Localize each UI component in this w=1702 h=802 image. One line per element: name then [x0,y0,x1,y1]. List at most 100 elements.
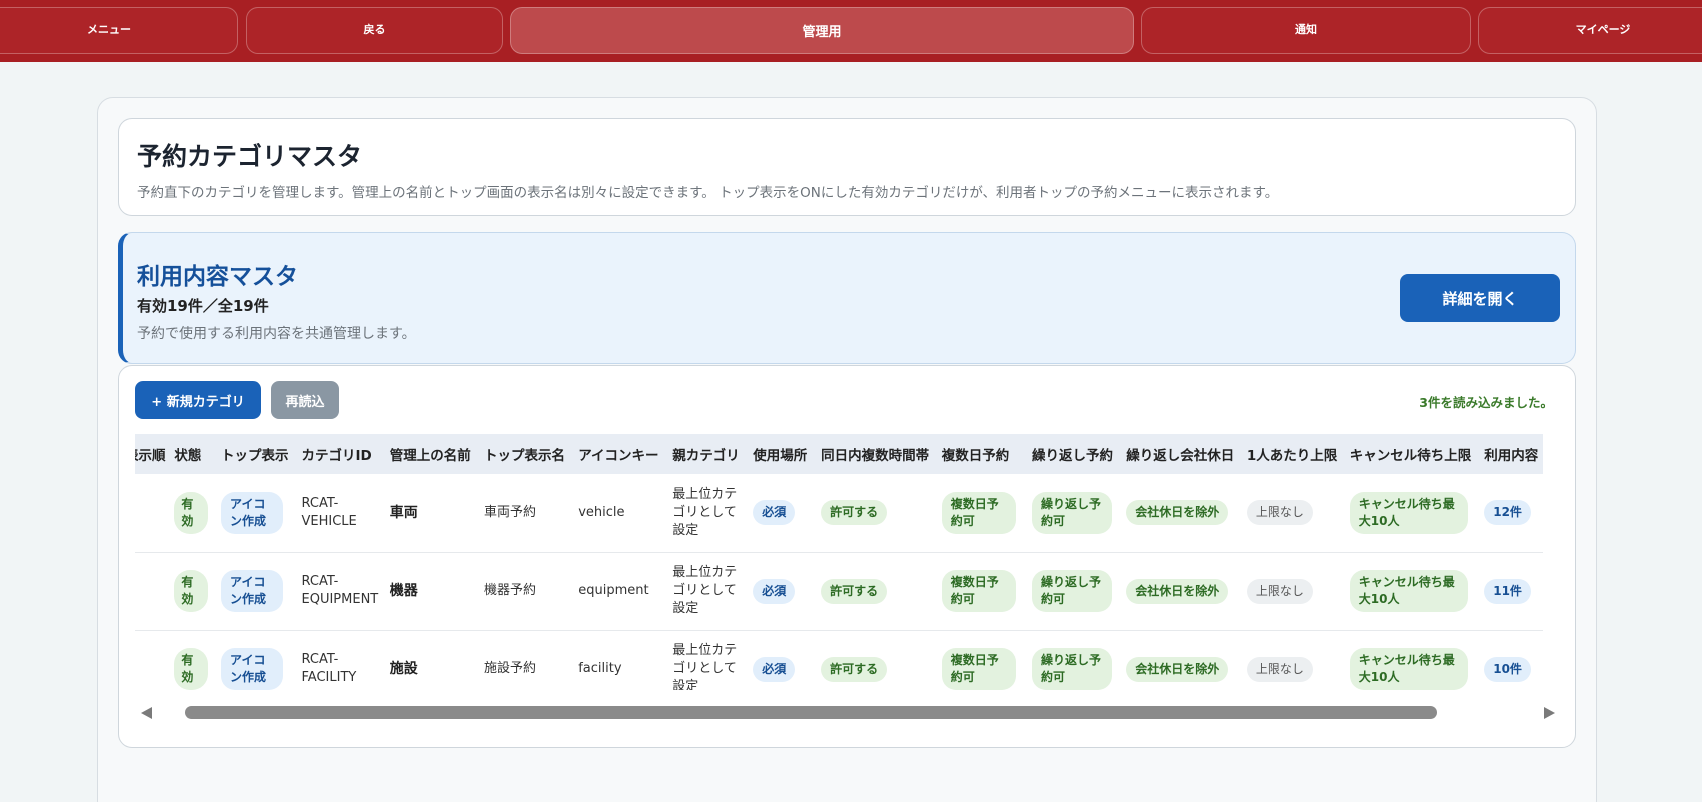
per-user-limit-cell: 上限なし [1239,630,1342,690]
parent-category-cell: 最上位カテゴリとして設定 [672,486,738,538]
scroll-left-icon[interactable] [141,707,152,719]
multi-slot-badge: 許可する [821,656,888,682]
col-header: アイコンキー [578,448,659,464]
location-badge: 必須 [753,656,796,682]
waitlist-limit-cell: キャンセル待ち最大10人 [1342,552,1476,630]
usage-count-badge: 12件 [1484,500,1531,526]
per-user-limit-cell: 上限なし [1239,474,1342,552]
top-name-cell: 施設予約 [483,661,536,676]
per-user-limit-cell: 上限なし [1239,552,1342,630]
multi-slot-cell: 許可する [813,552,934,630]
state-cell: 有効 [166,630,213,690]
usage-count-cell: 11件 [1476,552,1543,630]
admin-name-cell: 車両 [389,504,418,521]
usage-count-cell: 10件 [1476,630,1543,690]
waitlist-limit-cell: キャンセル待ち最大10人 [1342,474,1476,552]
category-table: 表示順 状態 トップ表示 カテゴリID 管理上の名前 トップ表示名 アイコンキー… [135,434,1543,690]
nav-notify-button[interactable]: 通知 [1141,7,1471,54]
usage-master-title: 利用内容マスタ [137,264,298,290]
repeat-badge: 繰り返し予約可 [1031,491,1112,534]
col-header: トップ表示名 [483,448,565,464]
table-header-row: 表示順 状態 トップ表示 カテゴリID 管理上の名前 トップ表示名 アイコンキー… [135,434,1543,474]
parent-category-cell: 最上位カテゴリとして設定 [672,643,738,690]
per-user-limit-badge: 上限なし [1246,578,1313,604]
page-description: 予約直下のカテゴリを管理します。管理上の名前とトップ画面の表示名は別々に設定でき… [137,185,1279,201]
repeat-holiday-cell: 会社休日を除外 [1118,474,1239,552]
repeat-badge: 繰り返し予約可 [1031,648,1112,690]
state-badge: 有効 [174,491,209,534]
multi-day-cell: 複数日予約可 [934,552,1024,630]
top-display-badge: アイコン作成 [221,570,284,612]
table-scroll-area[interactable]: 表示順 状態 トップ表示 カテゴリID 管理上の名前 トップ表示名 アイコンキー… [135,434,1561,690]
top-name-cell: 機器予約 [483,583,536,598]
waitlist-limit-cell: キャンセル待ち最大10人 [1342,630,1476,690]
usage-master-count: 有効19件／全19件 [137,297,269,315]
horizontal-scrollbar[interactable] [135,704,1561,722]
waitlist-limit-badge: キャンセル待ち最大10人 [1349,491,1468,534]
nav-admin-button[interactable]: 管理用 [510,7,1134,54]
nav-mypage-button[interactable]: マイページ [1478,7,1702,54]
multi-day-badge: 複数日予約可 [941,570,1016,612]
col-header: 同日内複数時間帯 [821,448,930,464]
status-message: 3件を読み込みました。 [1419,395,1553,410]
state-badge: 有効 [174,648,209,690]
multi-day-cell: 複数日予約可 [934,630,1024,690]
top-nav: メニュー 戻る 管理用 通知 マイページ [0,0,1702,62]
multi-slot-cell: 許可する [813,474,934,552]
col-header: キャンセル待ち上限 [1349,448,1472,464]
order-cell [135,552,166,630]
location-badge: 必須 [753,578,796,604]
repeat-cell: 繰り返し予約可 [1024,630,1118,690]
order-cell [135,630,166,690]
state-cell: 有効 [166,474,213,552]
col-header: 管理上の名前 [389,448,471,464]
table-row[interactable]: 有効 アイコン作成 RCAT-EQUIPMENT 機器 機器予約 equipment 最上位… [135,552,1543,630]
repeat-holiday-badge: 会社休日を除外 [1126,500,1229,526]
col-header: カテゴリID [301,448,372,464]
state-badge: 有効 [174,570,209,612]
per-user-limit-badge: 上限なし [1246,656,1313,682]
top-display-cell: アイコン作成 [213,474,293,552]
top-display-badge: アイコン作成 [221,648,284,690]
repeat-holiday-badge: 会社休日を除外 [1126,656,1229,682]
location-badge: 必須 [753,500,796,526]
admin-name-cell: 施設 [389,661,418,677]
table-row[interactable]: 有効 アイコン作成 RCAT-FACILITY 施設 施設予約 facility 最上位カテ… [135,630,1543,690]
col-header: 1人あたり上限 [1246,448,1338,464]
multi-slot-badge: 許可する [821,578,888,604]
new-category-button[interactable]: + 新規カテゴリ [135,381,261,419]
usage-count-cell: 12件 [1476,474,1543,552]
category-table-panel: + 新規カテゴリ 再読込 3件を読み込みました。 表示順 状態 トップ表示 カテ… [118,365,1576,748]
nav-menu-button[interactable]: メニュー [0,7,238,54]
col-header: 親カテゴリ [672,448,740,464]
scroll-right-icon[interactable] [1544,707,1555,719]
multi-day-badge: 複数日予約可 [941,491,1016,534]
reload-button[interactable]: 再読込 [271,381,339,419]
parent-category-cell: 最上位カテゴリとして設定 [672,565,738,616]
col-header: 利用内容 [1484,448,1539,464]
usage-master-description: 予約で使用する利用内容を共通管理します。 [137,326,416,342]
col-header: 使用場所 [753,448,808,464]
waitlist-limit-badge: キャンセル待ち最大10人 [1349,570,1468,612]
usage-count-badge: 11件 [1484,578,1531,604]
nav-back-button[interactable]: 戻る [246,7,503,54]
category-id-cell: RCAT-FACILITY [301,652,357,685]
scrollbar-thumb[interactable] [185,706,1437,719]
category-master-panel: 予約カテゴリマスタ 予約直下のカテゴリを管理します。管理上の名前とトップ画面の表… [118,118,1576,216]
open-details-button[interactable]: 詳細を開く [1400,274,1560,322]
admin-name-cell: 機器 [389,583,418,599]
category-id-cell: RCAT-EQUIPMENT [301,574,379,607]
col-header: トップ表示 [221,448,289,464]
per-user-limit-badge: 上限なし [1246,500,1313,526]
multi-day-badge: 複数日予約可 [941,648,1016,690]
location-cell: 必須 [745,474,813,552]
location-cell: 必須 [745,552,813,630]
usage-master-panel: 利用内容マスタ 有効19件／全19件 予約で使用する利用内容を共通管理します。 … [118,232,1576,364]
table-row[interactable]: 有効 アイコン作成 RCAT-VEHICLE 車両 車両予約 vehicle 最上位カテゴリ… [135,474,1543,552]
col-header: 状態 [174,448,202,464]
top-display-cell: アイコン作成 [213,552,293,630]
location-cell: 必須 [745,630,813,690]
state-cell: 有効 [166,552,213,630]
col-header: 繰り返し会社休日 [1126,448,1235,464]
multi-day-cell: 複数日予約可 [934,474,1024,552]
